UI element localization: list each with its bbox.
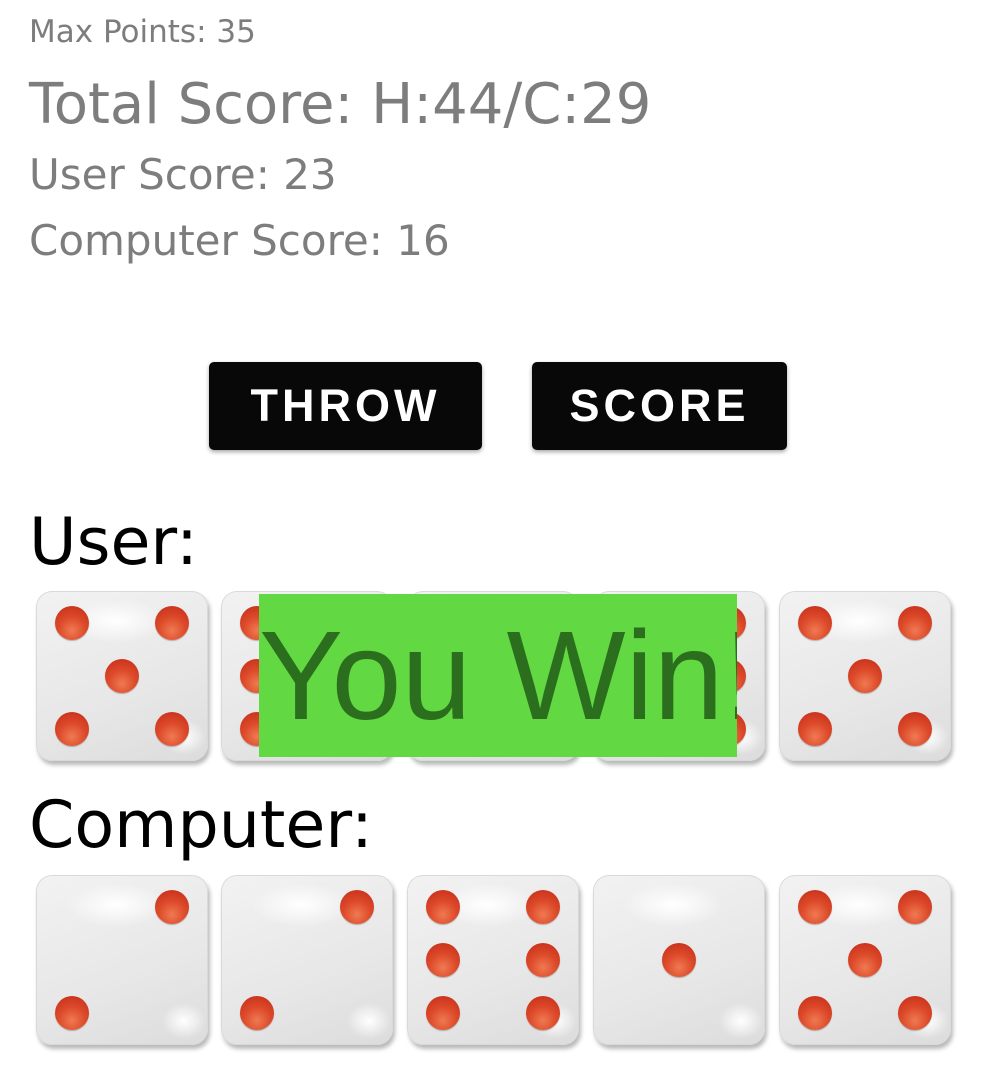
computer-die-1[interactable]	[36, 875, 208, 1045]
computer-die-2[interactable]	[221, 875, 393, 1045]
user-dice-label: User:	[29, 505, 198, 580]
die-pip	[154, 890, 189, 925]
total-score-label: Total Score: H:44/C:29	[29, 72, 652, 137]
score-button[interactable]: SCORE	[532, 362, 787, 450]
die-pip	[339, 890, 374, 925]
computer-die-5[interactable]	[779, 875, 951, 1045]
computer-score-label: Computer Score: 16	[29, 216, 450, 265]
die-pip	[897, 995, 932, 1030]
user-score-label: User Score: 23	[29, 150, 337, 199]
throw-button[interactable]: THROW	[209, 362, 482, 450]
die-pip	[525, 943, 560, 977]
die-pip	[897, 711, 932, 746]
die-pip	[848, 943, 882, 977]
die-pip	[662, 943, 696, 977]
die-pip	[798, 606, 833, 641]
computer-dice-label: Computer:	[29, 788, 373, 863]
die-pip	[897, 890, 932, 925]
die-pip	[848, 659, 882, 693]
die-pip	[798, 711, 833, 746]
die-pip	[154, 711, 189, 746]
user-die-1[interactable]	[36, 591, 208, 761]
die-pip	[105, 659, 139, 693]
die-pip	[55, 711, 90, 746]
max-points-label: Max Points: 35	[29, 14, 256, 50]
die-pip	[798, 995, 833, 1030]
die-pip	[798, 890, 833, 925]
die-pip	[426, 890, 461, 925]
die-pip	[154, 606, 189, 641]
user-die-5[interactable]	[779, 591, 951, 761]
computer-die-3[interactable]	[407, 875, 579, 1045]
win-banner: You Win!	[259, 594, 737, 757]
die-pip	[426, 943, 461, 977]
die-pip	[525, 995, 560, 1030]
die-pip	[525, 890, 560, 925]
computer-die-4[interactable]	[593, 875, 765, 1045]
die-pip	[55, 606, 90, 641]
die-pip	[897, 606, 932, 641]
die-pip	[240, 995, 275, 1030]
die-pip	[55, 995, 90, 1030]
die-pip	[426, 995, 461, 1030]
